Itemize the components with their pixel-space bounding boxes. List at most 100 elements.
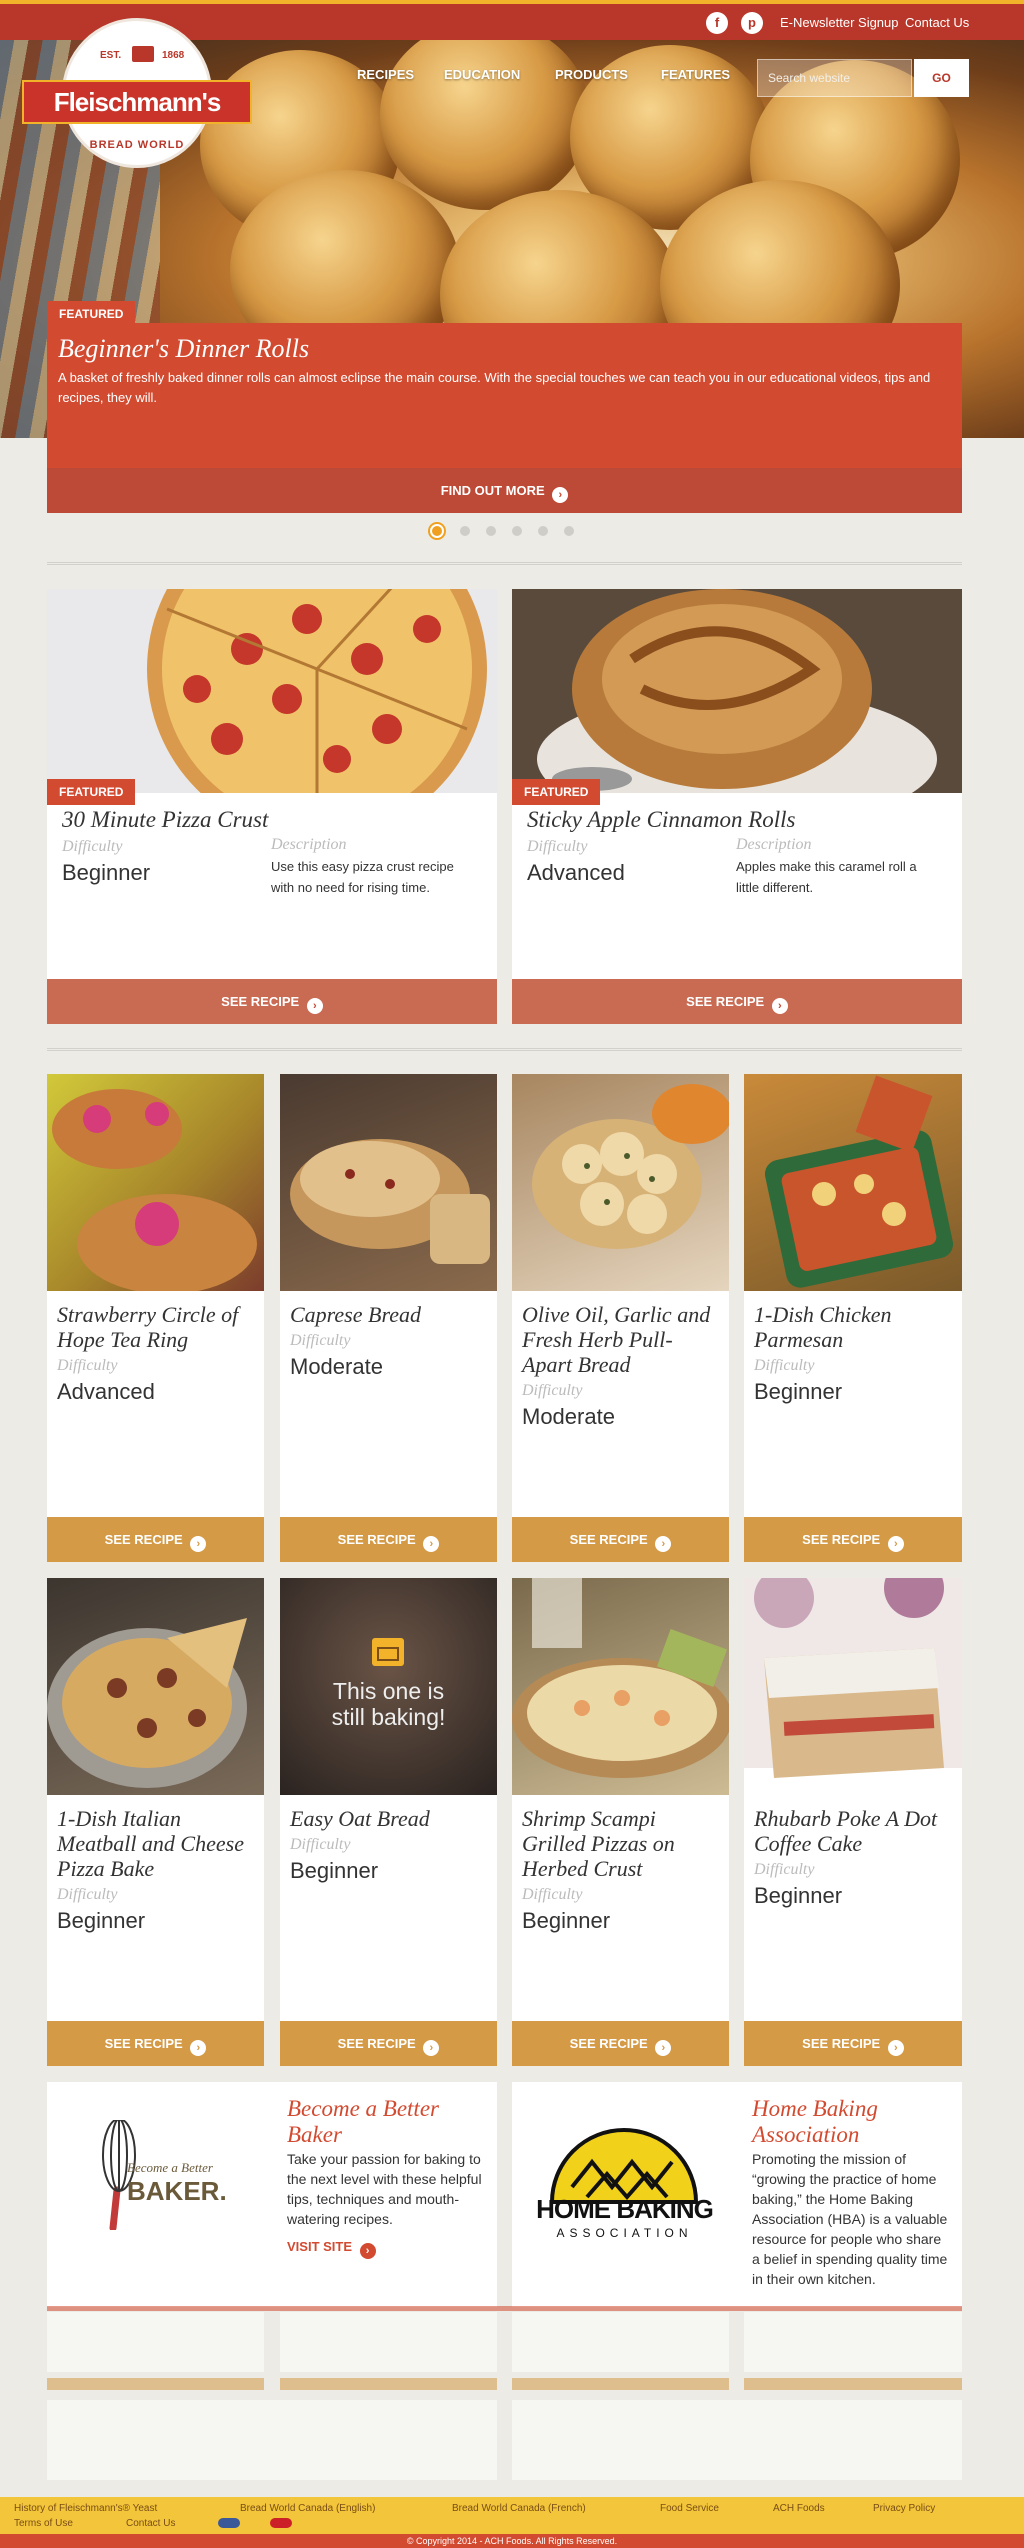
logo-brand: Fleischmann's [22,80,252,124]
description-text: Apples make this caramel roll a little d… [736,859,917,895]
nav-products[interactable]: PRODUCTS [555,67,628,82]
arrow-right-icon: › [887,1536,904,1552]
featured-flag: FEATURED [47,779,136,805]
recipe-title: Shrimp Scampi Grilled Pizzas on Herbed C… [522,1806,675,1881]
recipe-card: Strawberry Circle of Hope Tea Ring Diffi… [47,1074,264,1562]
pizza-photo [47,589,497,793]
facebook-icon[interactable] [218,2518,240,2528]
recipe-card: Caprese Bread Difficulty Moderate SEE RE… [280,1074,497,1562]
newsletter-link[interactable]: E-Newsletter Signup [780,15,899,30]
featured-card: FEATURED Sticky Apple Cinnamon Rolls Dif… [512,589,962,1024]
recipe-title: Easy Oat Bread [290,1806,430,1831]
hba-logo-line2: ASSOCIATION [556,2226,693,2240]
see-recipe-button[interactable]: SEE RECIPE › [280,1517,497,1562]
still-baking-placeholder: This one is still baking! [280,1578,497,1795]
footer-link[interactable]: History of Fleischmann's® Yeast [14,2503,157,2514]
still-baking-text: This one is still baking! [331,1678,446,1730]
footer-link[interactable]: Privacy Policy [873,2503,935,2514]
see-recipe-button[interactable]: SEE RECIPE › [744,1517,962,1562]
footer-link[interactable]: Bread World Canada (French) [452,2503,586,2514]
visit-site-button[interactable]: VISIT SITE › [287,2239,376,2259]
difficulty-value: Moderate [290,1354,383,1379]
footer-link[interactable]: ACH Foods [773,2503,825,2514]
featured-flag: FEATURED [512,779,601,805]
carousel-dot[interactable] [512,526,522,536]
logo-est: EST. [100,50,122,61]
arrow-right-icon: › [887,2040,904,2056]
difficulty-value: Beginner [290,1858,379,1883]
logo-year: 1868 [162,50,185,61]
see-recipe-button[interactable]: SEE RECIPE › [512,979,962,1024]
carousel-dot[interactable] [460,526,470,536]
footer-link[interactable]: Food Service [660,2503,719,2514]
cinnamon-roll-photo [512,589,962,793]
caprese-bread-photo [280,1074,497,1291]
difficulty-label: Difficulty [522,1382,583,1399]
description-text: Use this easy pizza crust recipe with no… [271,859,454,895]
see-recipe-label: SEE RECIPE [569,1532,648,1547]
search-input[interactable] [757,59,912,97]
arrow-right-icon: › [655,2040,672,2056]
tea-ring-photo [47,1074,264,1291]
footer: History of Fleischmann's® Yeast Bread Wo… [0,2497,1024,2548]
recipe-title: 1-Dish Chicken Parmesan [754,1302,892,1352]
arrow-right-icon: › [190,1536,207,1552]
nav-recipes[interactable]: RECIPES [357,67,414,82]
recipe-title: Sticky Apple Cinnamon Rolls [527,807,796,832]
difficulty-label: Difficulty [290,1332,351,1349]
find-out-more-label: FIND OUT MORE [440,483,545,498]
see-recipe-button[interactable]: SEE RECIPE › [47,2021,264,2066]
recipe-title: Caprese Bread [290,1302,421,1327]
ghost-button [744,2378,962,2390]
see-recipe-button[interactable]: SEE RECIPE › [47,1517,264,1562]
fleischmanns-logo[interactable]: EST. 1868 Fleischmann's BREAD WORLD [22,18,252,198]
description-label: Description [271,836,347,853]
difficulty-label: Difficulty [290,1836,351,1853]
featured-card: FEATURED 30 Minute Pizza Crust Difficult… [47,589,497,1024]
recipe-card: Olive Oil, Garlic and Fresh Herb Pull-Ap… [512,1074,729,1562]
pinterest-icon[interactable] [270,2518,292,2528]
see-recipe-button[interactable]: SEE RECIPE › [280,2021,497,2066]
shrimp-scampi-pizza-photo [512,1578,729,1795]
see-recipe-button[interactable]: SEE RECIPE › [512,1517,729,1562]
difficulty-value: Beginner [62,860,151,885]
carousel-dot[interactable] [430,524,444,538]
pinterest-icon[interactable]: p [741,12,763,34]
baker-logo-line2: BAKER. [127,2176,227,2206]
difficulty-value: Advanced [527,860,625,885]
nav-education[interactable]: EDUCATION [444,67,520,82]
recipe-card: 1-Dish Italian Meatball and Cheese Pizza… [47,1578,264,2066]
difficulty-label: Difficulty [522,1886,583,1903]
ghost-card [280,2312,497,2372]
yeast-package-icon [132,46,154,62]
see-recipe-label: SEE RECIPE [802,2036,881,2051]
recipe-title: 30 Minute Pizza Crust [62,807,269,832]
arrow-right-icon: › [552,487,569,503]
recipe-title: 1-Dish Italian Meatball and Cheese Pizza… [57,1806,244,1881]
nav-features[interactable]: FEATURES [661,67,730,82]
hba-logo-line1: HOME BAKING [536,2194,714,2224]
arrow-right-icon: › [655,1536,672,1552]
visit-site-label: VISIT SITE [287,2239,353,2254]
ghost-button [47,2378,264,2390]
find-out-more-button[interactable]: FIND OUT MORE › [47,468,962,513]
footer-link[interactable]: Contact Us [126,2518,175,2529]
ghost-rule [47,2306,962,2311]
facebook-icon[interactable]: f [706,12,728,34]
partner-text: Take your passion for baking to the next… [287,2151,482,2227]
see-recipe-button[interactable]: SEE RECIPE › [744,2021,962,2066]
footer-link[interactable]: Terms of Use [14,2518,73,2529]
see-recipe-button[interactable]: SEE RECIPE › [512,2021,729,2066]
contact-link[interactable]: Contact Us [905,15,969,30]
recipe-card: 1-Dish Chicken Parmesan Difficulty Begin… [744,1074,962,1562]
footer-link[interactable]: Bread World Canada (English) [240,2503,375,2514]
ghost-card [512,2312,729,2372]
oven-icon [372,1638,404,1666]
carousel-dot[interactable] [564,526,574,536]
logo-subtitle: BREAD WORLD [89,139,185,151]
partner-title: Become a Better Baker [287,2096,439,2147]
carousel-dot[interactable] [486,526,496,536]
see-recipe-button[interactable]: SEE RECIPE › [47,979,497,1024]
carousel-dot[interactable] [538,526,548,536]
search-go-button[interactable]: GO [914,59,969,97]
